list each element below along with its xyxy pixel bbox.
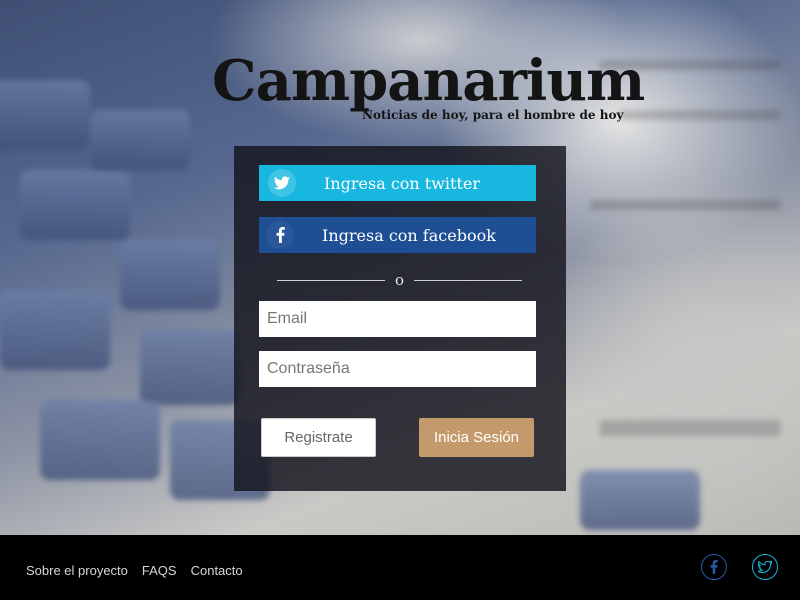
facebook-icon[interactable] bbox=[701, 554, 727, 580]
password-field[interactable] bbox=[259, 351, 536, 387]
register-button[interactable]: Registrate bbox=[261, 418, 376, 457]
footer-link-contact[interactable]: Contacto bbox=[191, 563, 243, 578]
facebook-login-label: Ingresa con facebook bbox=[322, 225, 496, 245]
facebook-login-button[interactable]: Ingresa con facebook bbox=[259, 217, 536, 253]
divider-text: o bbox=[394, 271, 405, 289]
footer-link-faqs[interactable]: FAQS bbox=[142, 563, 177, 578]
divider-line-left bbox=[277, 279, 385, 281]
footer-links: Sobre el proyecto FAQS Contacto bbox=[26, 563, 243, 578]
divider-line-right bbox=[414, 279, 522, 281]
twitter-login-button[interactable]: Ingresa con twitter bbox=[259, 165, 536, 201]
footer-link-about[interactable]: Sobre el proyecto bbox=[26, 563, 128, 578]
email-field[interactable] bbox=[259, 301, 536, 337]
twitter-login-label: Ingresa con twitter bbox=[324, 173, 481, 193]
login-panel: Ingresa con twitter Ingresa con facebook… bbox=[234, 146, 566, 491]
facebook-icon bbox=[266, 221, 294, 249]
login-button[interactable]: Inicia Sesión bbox=[419, 418, 534, 457]
or-divider: o bbox=[277, 270, 522, 290]
twitter-icon bbox=[268, 169, 296, 197]
twitter-icon[interactable] bbox=[752, 554, 778, 580]
brand-tagline: Noticias de hoy, para el hombre de hoy bbox=[362, 108, 624, 122]
brand-logo: Campanarium bbox=[212, 48, 645, 114]
footer: Sobre el proyecto FAQS Contacto bbox=[0, 535, 800, 600]
